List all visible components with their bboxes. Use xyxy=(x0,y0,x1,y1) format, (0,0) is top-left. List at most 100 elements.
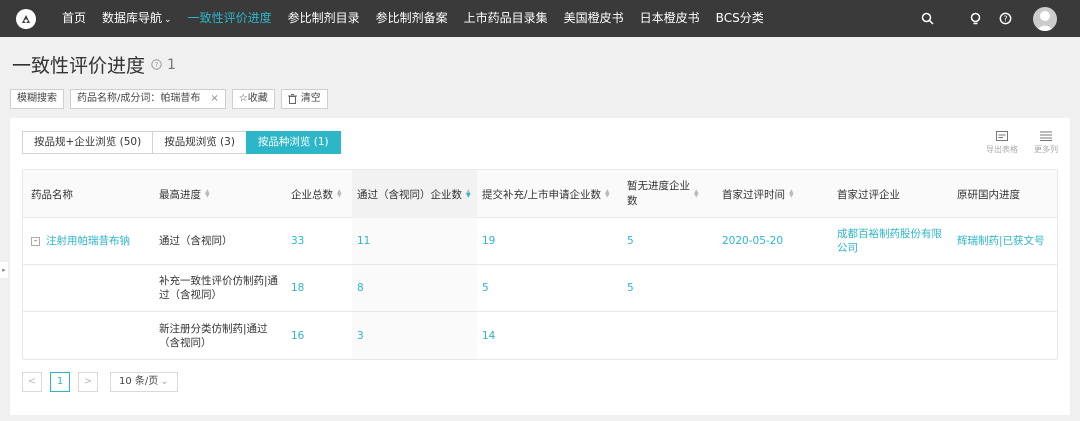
col-max-progress[interactable]: 最高进度 ▲ ▼ xyxy=(159,170,210,218)
nav-database-dropdown[interactable]: 数据库导航 ⌄ xyxy=(94,0,180,37)
trash-icon xyxy=(287,94,297,104)
nav-bcs[interactable]: BCS分类 xyxy=(708,0,772,37)
sort-icon: ▲ ▼ xyxy=(205,188,210,199)
filter-tag[interactable]: 药品名称/成分词：帕瑞昔布 × xyxy=(70,89,226,109)
avatar[interactable] xyxy=(1033,6,1057,31)
table-header: 药品名称 最高进度 ▲ ▼ 企业总数 ▲ ▼ 通过（含视同）企业数 ▲ ▼ 提交补充/… xyxy=(23,170,1057,218)
tab-spec-company[interactable]: 按品规+企业浏览 (50) xyxy=(22,131,154,154)
nav-listed-drugs[interactable]: 上市药品目录集 xyxy=(456,0,556,37)
no-progress-link[interactable]: 5 xyxy=(627,218,634,264)
sort-icon: ▲ ▼ xyxy=(789,188,794,199)
prev-page-button[interactable]: < xyxy=(22,372,42,392)
svg-text:?: ? xyxy=(155,61,159,69)
result-count: 1 xyxy=(167,56,176,73)
passed-link[interactable]: 8 xyxy=(357,265,364,311)
total-link[interactable]: 16 xyxy=(291,312,304,359)
help-icon[interactable]: ? xyxy=(997,11,1013,27)
submitted-link[interactable]: 14 xyxy=(482,312,495,359)
first-pass-company-line2: 公司 xyxy=(837,242,858,254)
page-title: 一致性评价进度 ? 1 xyxy=(12,51,176,78)
nav-us-orange-book[interactable]: 美国橙皮书 xyxy=(556,0,632,37)
max-progress-cell: 通过（含视同） xyxy=(159,235,233,247)
col-submitted-label: 提交补充/上市申请企业数 xyxy=(482,188,602,201)
col-max-progress-label: 最高进度 xyxy=(159,188,201,201)
first-pass-time-link[interactable]: 2020-05-20 xyxy=(722,218,783,264)
logo-icon xyxy=(22,14,30,23)
drug-name-link[interactable]: 注射用帕瑞昔布钠 xyxy=(46,234,130,248)
progress-line1: 新注册分类仿制药|通过 xyxy=(159,323,268,335)
search-icon[interactable] xyxy=(919,11,935,27)
tab-variety[interactable]: 按品种浏览 (1) xyxy=(245,131,341,154)
export-table-button[interactable]: 导出表格 xyxy=(982,131,1022,155)
next-page-button[interactable]: > xyxy=(78,372,98,392)
nav-home[interactable]: 首页 xyxy=(54,0,94,37)
original-progress-link[interactable]: 辉瑞制药|已获文号 xyxy=(957,218,1045,264)
sort-icon: ▲ ▼ xyxy=(694,188,699,199)
favorite-button[interactable]: ☆收藏 xyxy=(231,89,275,109)
first-pass-company-line1: 成都百裕制药股份有限 xyxy=(837,228,942,240)
pagination: < 1 > 10 条/页 ⌄ xyxy=(22,372,178,392)
passed-link[interactable]: 3 xyxy=(357,312,364,359)
table-row: 新注册分类仿制药|通过 （含视同） 16 3 14 xyxy=(23,312,1057,359)
svg-text:?: ? xyxy=(1003,14,1007,23)
progress-line2: （含视同） xyxy=(159,337,212,349)
col-drug-name: 药品名称 xyxy=(31,188,73,201)
logo[interactable] xyxy=(16,8,36,29)
no-progress-link[interactable]: 5 xyxy=(627,265,634,311)
more-columns-button[interactable]: 更多列 xyxy=(1026,131,1066,155)
total-link[interactable]: 18 xyxy=(291,265,304,311)
tab-spec[interactable]: 按品规浏览 (3) xyxy=(152,131,247,154)
progress-table: 药品名称 最高进度 ▲ ▼ 企业总数 ▲ ▼ 通过（含视同）企业数 ▲ ▼ 提交补充/… xyxy=(22,169,1058,360)
submitted-link[interactable]: 19 xyxy=(482,218,495,264)
collapse-icon[interactable]: - xyxy=(31,236,40,246)
sort-icon: ▲ ▼ xyxy=(466,188,471,199)
col-passed[interactable]: 通过（含视同）企业数 ▲ ▼ xyxy=(352,170,477,218)
view-tabs: 按品规+企业浏览 (50) 按品规浏览 (3) 按品种浏览 (1) xyxy=(22,131,341,154)
passed-link[interactable]: 11 xyxy=(357,218,370,264)
first-pass-company-link[interactable]: 成都百裕制药股份有限 公司 xyxy=(837,218,942,264)
col-original-progress: 原研国内进度 xyxy=(957,188,1020,201)
filter-tag-label: 药品名称/成分词：帕瑞昔布 xyxy=(77,93,201,104)
nav-jp-orange-book[interactable]: 日本橙皮书 xyxy=(632,0,708,37)
nav-right: ? xyxy=(919,0,1080,37)
clear-label: 清空 xyxy=(300,93,321,104)
col-no-progress-line1: 暂无进度企业 xyxy=(627,180,690,192)
col-no-progress-line2: 数 xyxy=(627,195,638,207)
page-1-button[interactable]: 1 xyxy=(50,372,70,392)
col-submitted[interactable]: 提交补充/上市申请企业数 ▲ ▼ xyxy=(482,170,610,218)
progress-cell: 补充一致性评价仿制药|通 过（含视同） xyxy=(159,265,278,311)
col-passed-label: 通过（含视同）企业数 xyxy=(357,188,462,201)
filter-row: 模糊搜索 药品名称/成分词：帕瑞昔布 × ☆收藏 清空 xyxy=(10,89,334,109)
sort-icon: ▲ ▼ xyxy=(337,188,342,199)
submitted-link[interactable]: 5 xyxy=(482,265,489,311)
col-no-progress-label: 暂无进度企业 数 xyxy=(627,179,690,209)
top-nav: 首页 数据库导航 ⌄ 一致性评价进度 参比制剂目录 参比制剂备案 上市药品目录集 … xyxy=(0,0,1080,37)
export-icon xyxy=(996,131,1008,141)
nav-reference-catalog[interactable]: 参比制剂目录 xyxy=(280,0,368,37)
progress-line1: 补充一致性评价仿制药|通 xyxy=(159,275,279,287)
help-circle-icon[interactable]: ? xyxy=(151,59,162,70)
nav-reference-filing[interactable]: 参比制剂备案 xyxy=(368,0,456,37)
col-first-pass-time-label: 首家过评时间 xyxy=(722,188,785,201)
results-card: 按品规+企业浏览 (50) 按品规浏览 (3) 按品种浏览 (1) 导出表格 更… xyxy=(10,118,1070,415)
user-icon xyxy=(1036,10,1054,31)
chevron-down-icon: ⌄ xyxy=(164,15,172,25)
page-size-label: 10 条/页 xyxy=(119,376,159,387)
nav-consistency-progress[interactable]: 一致性评价进度 xyxy=(180,0,280,37)
bulb-icon[interactable] xyxy=(967,11,983,27)
page-size-select[interactable]: 10 条/页 ⌄ xyxy=(110,372,178,392)
col-total-label: 企业总数 xyxy=(291,188,333,201)
col-first-pass-time[interactable]: 首家过评时间 ▲ ▼ xyxy=(722,170,794,218)
export-label: 导出表格 xyxy=(986,145,1018,154)
col-first-pass-company: 首家过评企业 xyxy=(837,188,900,201)
clear-button[interactable]: 清空 xyxy=(280,89,328,109)
close-icon[interactable]: × xyxy=(210,90,218,108)
col-no-progress[interactable]: 暂无进度企业 数 ▲ ▼ xyxy=(627,170,699,218)
total-link[interactable]: 33 xyxy=(291,218,304,264)
drug-name-cell: - 注射用帕瑞昔布钠 xyxy=(31,218,130,264)
fuzzy-search-button[interactable]: 模糊搜索 xyxy=(10,89,64,109)
sidebar-toggle[interactable]: ▸ xyxy=(0,262,8,278)
col-total-companies[interactable]: 企业总数 ▲ ▼ xyxy=(291,170,342,218)
progress-cell: 新注册分类仿制药|通过 （含视同） xyxy=(159,312,268,359)
chevron-down-icon: ⌄ xyxy=(160,376,169,387)
